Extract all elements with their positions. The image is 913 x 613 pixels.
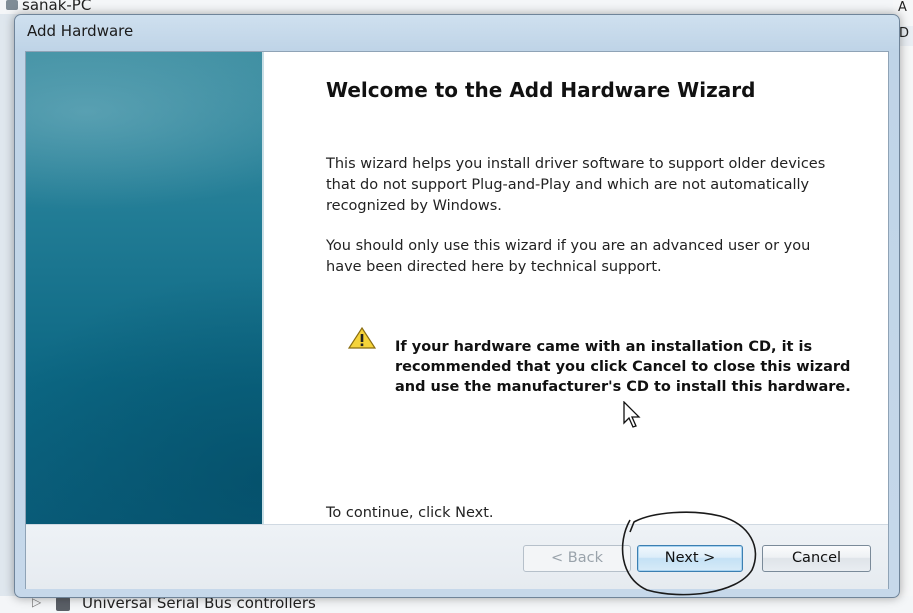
tree-item-computer[interactable]: sanak-PC [22, 0, 91, 14]
dialog-title: Add Hardware [27, 22, 134, 40]
background-window-bottom: ▷ Universal Serial Bus controllers [0, 594, 913, 613]
warning-icon [348, 327, 376, 349]
cd-warning-text: If your hardware came with an installati… [395, 339, 851, 395]
mouse-cursor-icon [623, 401, 641, 428]
background-window-top: sanak-PC [0, 0, 913, 14]
continue-instruction: To continue, click Next. [326, 505, 494, 521]
add-hardware-dialog: Add Hardware Welcome to the Add Hardware… [14, 14, 900, 598]
cancel-button[interactable]: Cancel [762, 545, 871, 572]
wizard-advanced-note: You should only use this wizard if you a… [326, 238, 811, 275]
wizard-banner-image [26, 52, 262, 524]
background-menu-fragment: A [898, 0, 907, 15]
wizard-heading: Welcome to the Add Hardware Wizard [326, 78, 756, 102]
usb-icon [56, 597, 70, 611]
wizard-description: This wizard helps you install driver sof… [326, 156, 826, 214]
banner-divider [262, 52, 264, 524]
computer-icon [6, 0, 18, 10]
annotation-circle [621, 511, 757, 596]
